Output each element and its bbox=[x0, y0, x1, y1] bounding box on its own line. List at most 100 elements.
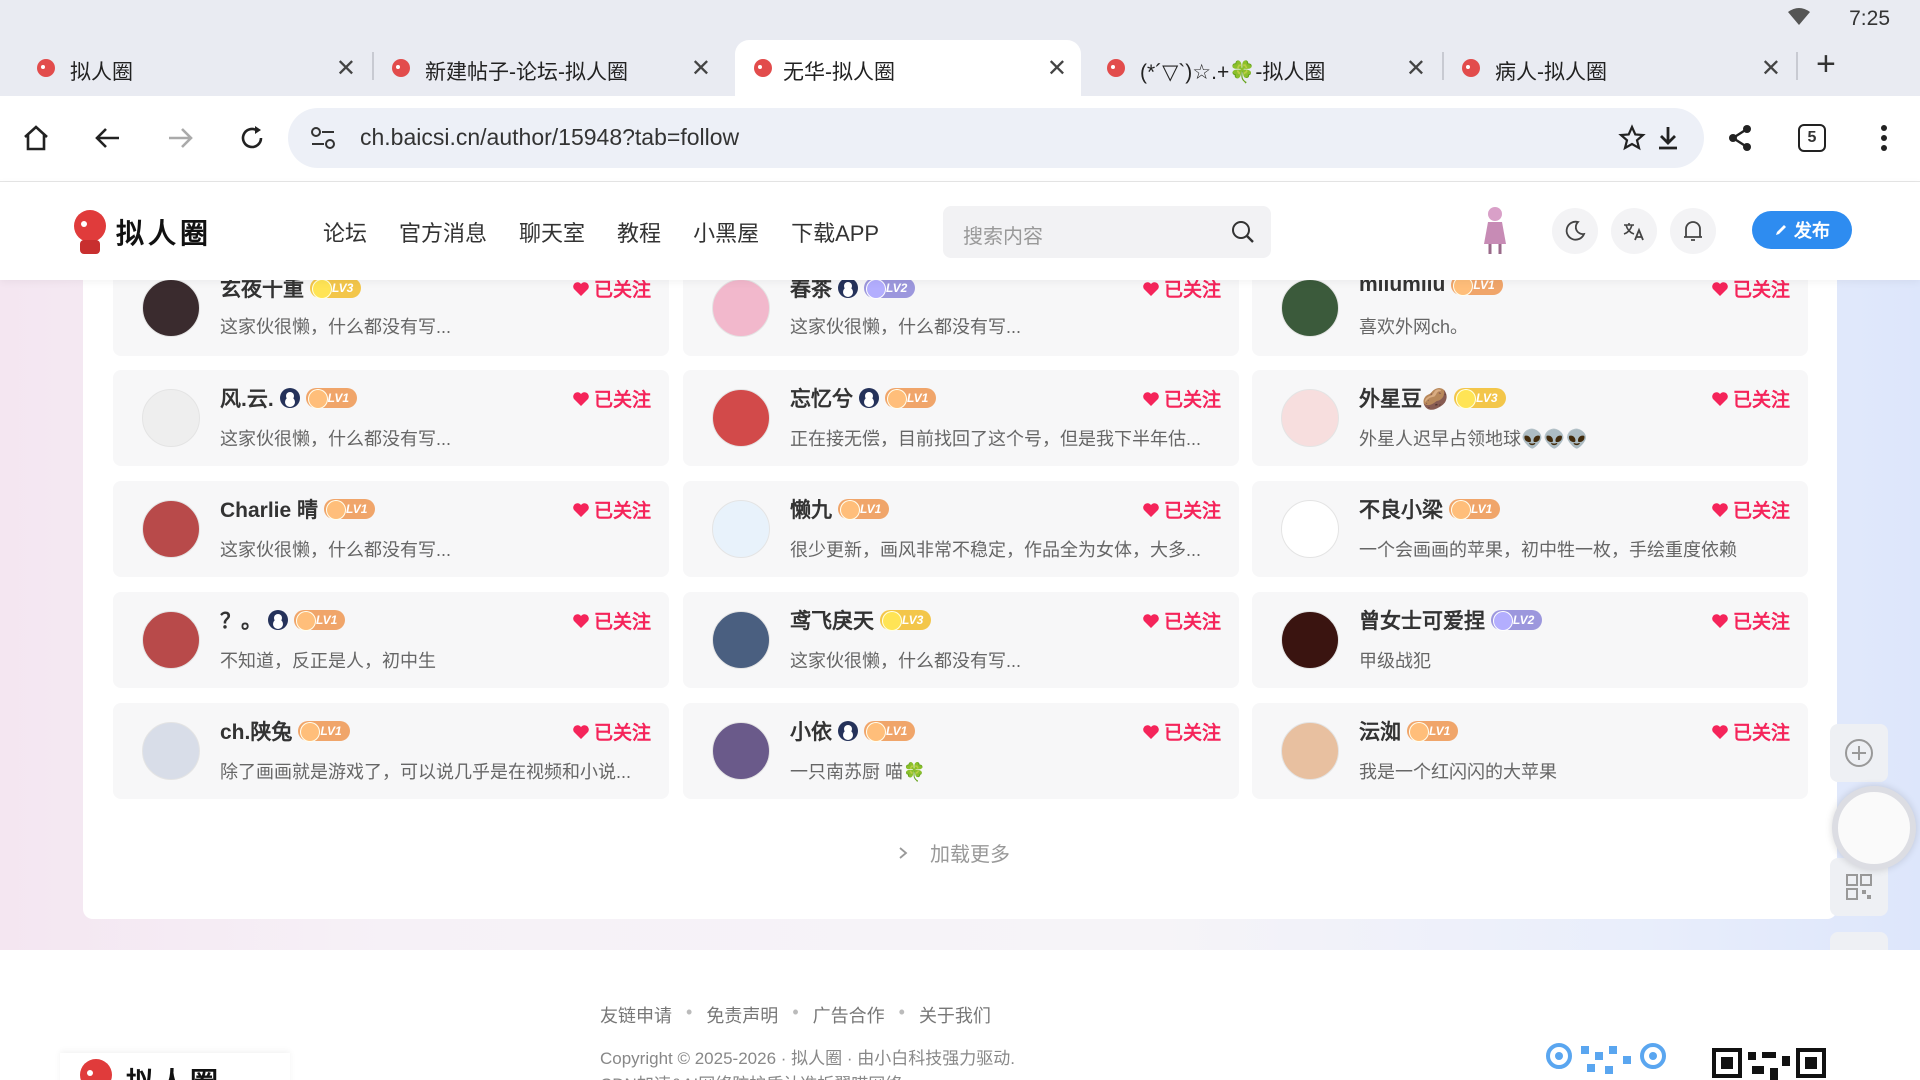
user-name[interactable]: 沄洳 bbox=[1359, 716, 1401, 746]
browser-tab-5[interactable]: 病人-拟人圈 ✕ bbox=[1425, 40, 1795, 96]
browser-tab-4[interactable]: (*´▽`)☆.+🍀-拟人圈 ✕ bbox=[1070, 40, 1440, 96]
follow-card[interactable]: 外星豆🥔 LV3 外星人迟早占领地球👽👽👽 已关注 bbox=[1252, 370, 1808, 466]
site-favicon-icon bbox=[392, 59, 410, 77]
footer-link-disclaimer[interactable]: 免责声明 bbox=[706, 1002, 778, 1028]
nav-forum[interactable]: 论坛 bbox=[323, 216, 367, 248]
nav-download-app[interactable]: 下载APP bbox=[791, 216, 879, 248]
follow-card[interactable]: ？。 LV1 不知道，反正是人，初中生 已关注 bbox=[113, 592, 669, 688]
user-avatar[interactable] bbox=[1281, 500, 1339, 558]
verified-badge-icon bbox=[279, 388, 300, 408]
dark-mode-toggle[interactable] bbox=[1552, 208, 1598, 254]
follow-card[interactable]: Charlie 晴 LV1 这家伙很懒，什么都没有写... 已关注 bbox=[113, 481, 669, 577]
close-tab-icon[interactable]: ✕ bbox=[691, 54, 711, 83]
nav-blackroom[interactable]: 小黑屋 bbox=[693, 216, 759, 248]
close-tab-icon[interactable]: ✕ bbox=[1406, 54, 1426, 83]
translate-button[interactable] bbox=[1611, 208, 1657, 254]
user-name[interactable]: Charlie 晴 bbox=[220, 494, 318, 524]
nav-tutorial[interactable]: 教程 bbox=[617, 216, 661, 248]
close-tab-icon[interactable]: ✕ bbox=[1047, 54, 1067, 83]
user-avatar[interactable] bbox=[712, 611, 770, 669]
new-tab-button[interactable]: + bbox=[1816, 45, 1836, 84]
close-tab-icon[interactable]: ✕ bbox=[1761, 54, 1781, 83]
follow-card[interactable]: 风.云. LV1 这家伙很懒，什么都没有写... 已关注 bbox=[113, 370, 669, 466]
user-avatar[interactable] bbox=[1281, 611, 1339, 669]
home-icon[interactable] bbox=[16, 118, 56, 158]
following-button[interactable]: 已关注 bbox=[1142, 607, 1221, 634]
follow-card[interactable]: ch.陕兔 LV1 除了画画就是游戏了，可以说几乎是在视频和小说... 已关注 bbox=[113, 703, 669, 799]
float-add-button[interactable] bbox=[1830, 724, 1888, 782]
following-button[interactable]: 已关注 bbox=[1142, 718, 1221, 745]
following-button[interactable]: 已关注 bbox=[572, 718, 651, 745]
user-avatar[interactable] bbox=[142, 611, 200, 669]
url-text[interactable]: ch.baicsi.cn/author/15948?tab=follow bbox=[360, 124, 739, 151]
browser-tab-2[interactable]: 新建帖子-论坛-拟人圈 ✕ bbox=[355, 40, 725, 96]
user-avatar[interactable] bbox=[712, 500, 770, 558]
user-name[interactable]: ch.陕兔 bbox=[220, 716, 292, 746]
following-button[interactable]: 已关注 bbox=[1711, 385, 1790, 412]
publish-button[interactable]: 发布 bbox=[1752, 211, 1852, 249]
footer-link-friend[interactable]: 友链申请 bbox=[600, 1002, 672, 1028]
user-avatar[interactable] bbox=[1281, 722, 1339, 780]
user-avatar[interactable] bbox=[142, 500, 200, 558]
user-name[interactable]: 外星豆🥔 bbox=[1359, 383, 1448, 413]
browser-tab-3-active[interactable]: 无华-拟人圈 ✕ bbox=[735, 40, 1081, 96]
follow-card[interactable]: 沄洳 LV1 我是一个红闪闪的大苹果 已关注 bbox=[1252, 703, 1808, 799]
user-avatar[interactable] bbox=[1281, 389, 1339, 447]
mascot-figure-icon[interactable] bbox=[1478, 204, 1512, 254]
follow-card[interactable]: 曾女士可爱捏 LV2 甲级战犯 已关注 bbox=[1252, 592, 1808, 688]
bell-icon bbox=[1684, 221, 1702, 241]
follow-card[interactable]: 小依 LV1 一只南苏厨 喵🍀 已关注 bbox=[683, 703, 1239, 799]
more-menu-icon[interactable] bbox=[1864, 118, 1904, 158]
user-avatar[interactable] bbox=[1281, 279, 1339, 337]
bookmark-star-icon[interactable] bbox=[1618, 124, 1646, 152]
user-name[interactable]: 不良小梁 bbox=[1359, 494, 1443, 524]
user-name[interactable]: ？。 bbox=[220, 605, 262, 635]
search-input[interactable]: 搜索内容 bbox=[943, 206, 1271, 258]
user-name[interactable]: 小依 bbox=[790, 716, 832, 746]
reload-icon[interactable] bbox=[232, 118, 272, 158]
follow-card[interactable]: 忘忆兮 LV1 正在接无偿，目前找回了这个号，但是我下半年估... 已关注 bbox=[683, 370, 1239, 466]
user-avatar[interactable] bbox=[142, 279, 200, 337]
close-tab-icon[interactable]: ✕ bbox=[336, 54, 356, 83]
address-bar[interactable]: ch.baicsi.cn/author/15948?tab=follow bbox=[288, 108, 1704, 168]
follow-card[interactable]: 不良小梁 LV1 一个会画画的苹果，初中牲一枚，手绘重度依赖 已关注 bbox=[1252, 481, 1808, 577]
search-icon[interactable] bbox=[1231, 220, 1255, 244]
separator-dot: • bbox=[898, 1002, 905, 1022]
user-name[interactable]: 懒九 bbox=[790, 494, 832, 524]
site-logo[interactable]: 拟人圈 bbox=[70, 204, 220, 258]
following-button[interactable]: 已关注 bbox=[1711, 718, 1790, 745]
download-icon[interactable] bbox=[1648, 118, 1688, 158]
following-button[interactable]: 已关注 bbox=[1142, 385, 1221, 412]
load-more-button[interactable]: 加载更多 bbox=[898, 838, 1010, 867]
follow-card[interactable]: 懒九 LV1 很少更新，画风非常不稳定，作品全为女体，大多... 已关注 bbox=[683, 481, 1239, 577]
footer-link-ads[interactable]: 广告合作 bbox=[813, 1002, 885, 1028]
nav-chatroom[interactable]: 聊天室 bbox=[519, 216, 585, 248]
user-avatar[interactable] bbox=[142, 389, 200, 447]
nav-official-news[interactable]: 官方消息 bbox=[399, 216, 487, 248]
user-avatar[interactable] bbox=[712, 389, 770, 447]
tab-switcher-button[interactable]: 5 bbox=[1798, 124, 1826, 152]
float-assistant-button[interactable] bbox=[1832, 786, 1916, 870]
share-icon[interactable] bbox=[1720, 118, 1760, 158]
footer-logo[interactable]: 拟人圈 bbox=[60, 1053, 290, 1080]
footer-link-about[interactable]: 关于我们 bbox=[919, 1002, 991, 1028]
user-avatar[interactable] bbox=[712, 279, 770, 337]
following-button[interactable]: 已关注 bbox=[572, 607, 651, 634]
user-name[interactable]: 鸢飞戾天 bbox=[790, 605, 874, 635]
user-avatar[interactable] bbox=[712, 722, 770, 780]
back-arrow-icon[interactable] bbox=[88, 118, 128, 158]
notifications-button[interactable] bbox=[1670, 208, 1716, 254]
site-settings-icon[interactable] bbox=[310, 126, 336, 150]
user-name[interactable]: 风.云. bbox=[220, 383, 274, 413]
following-button[interactable]: 已关注 bbox=[1711, 607, 1790, 634]
following-button[interactable]: 已关注 bbox=[1142, 496, 1221, 523]
user-name[interactable]: 曾女士可爱捏 bbox=[1359, 605, 1485, 635]
follow-card[interactable]: 鸢飞戾天 LV3 这家伙很懒，什么都没有写... 已关注 bbox=[683, 592, 1239, 688]
forward-arrow-icon[interactable] bbox=[160, 118, 200, 158]
browser-tab-1[interactable]: 拟人圈 ✕ bbox=[0, 40, 370, 96]
user-name[interactable]: 忘忆兮 bbox=[790, 383, 853, 413]
following-button[interactable]: 已关注 bbox=[572, 385, 651, 412]
user-avatar[interactable] bbox=[142, 722, 200, 780]
following-button[interactable]: 已关注 bbox=[1711, 496, 1790, 523]
following-button[interactable]: 已关注 bbox=[572, 496, 651, 523]
